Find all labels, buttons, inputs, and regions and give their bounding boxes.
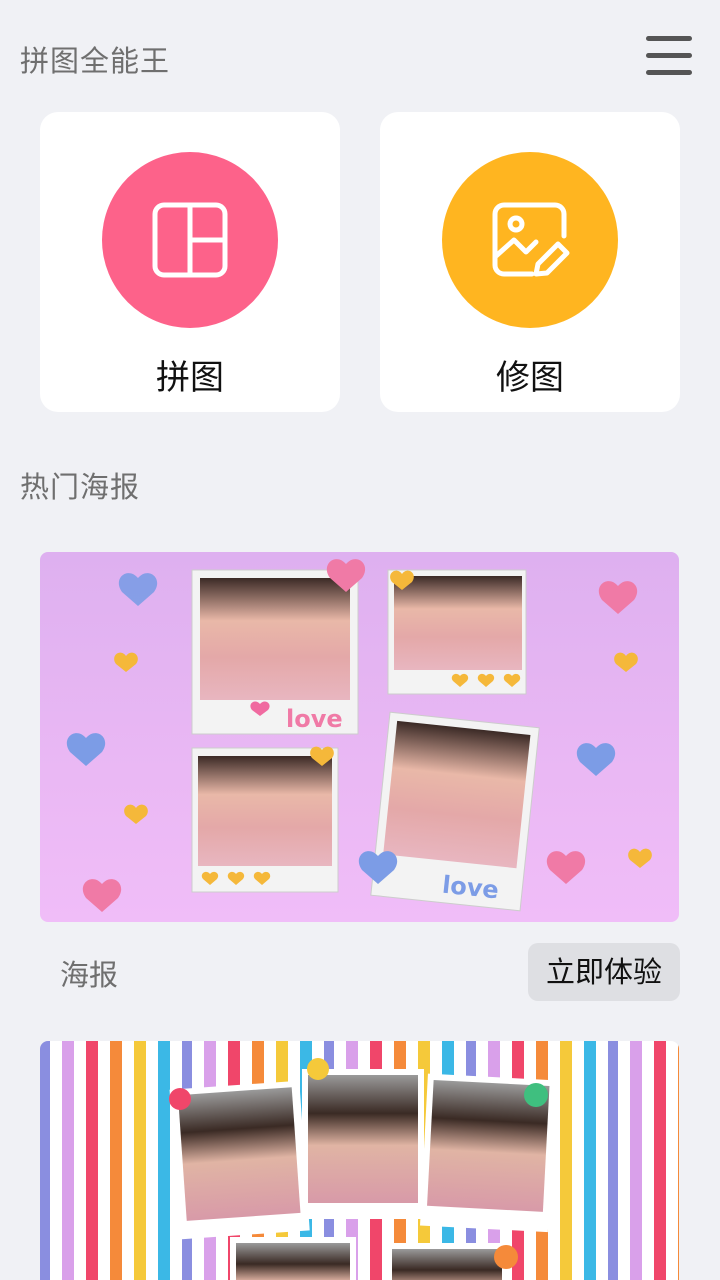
app-title: 拼图全能王 [20, 44, 171, 78]
menu-icon[interactable] [646, 36, 692, 76]
love-collage-illustration: love love [66, 559, 652, 912]
image-edit-icon [492, 202, 570, 277]
edit-tool-card[interactable]: 修图 [380, 112, 680, 412]
collage-tool-label: 拼图 [156, 358, 224, 398]
poster-name: 海报 [60, 958, 119, 992]
collage-tool-card[interactable]: 拼图 [40, 112, 340, 412]
poster-image-2[interactable] [40, 1041, 679, 1280]
try-now-button[interactable]: 立即体验 [528, 943, 680, 1001]
collage-tool-circle [102, 152, 278, 328]
edit-tool-circle [442, 152, 618, 328]
section-title: 热门海报 [20, 470, 141, 504]
poster-image[interactable]: love love [40, 552, 679, 922]
app-screen: 拼图全能王 拼图 修图 热门海报 love love 海报 立即体验 [0, 0, 720, 1280]
header: 拼图全能王 [0, 0, 720, 112]
striped-collage-illustration [169, 1058, 556, 1280]
love-text-1: love [286, 705, 343, 733]
edit-tool-label: 修图 [496, 358, 564, 398]
collage-layout-icon [152, 202, 228, 278]
love-text-2: love [441, 871, 500, 905]
